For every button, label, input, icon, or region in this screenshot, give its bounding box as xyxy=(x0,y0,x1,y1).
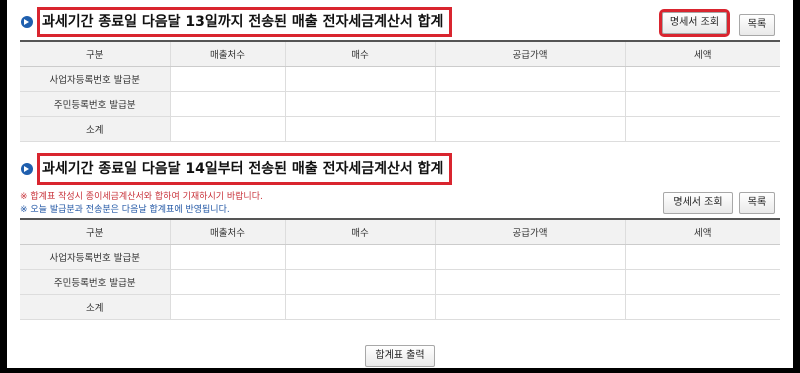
table-header-row: 구분 매출처수 매수 공급가액 세액 xyxy=(20,218,780,245)
table-cell xyxy=(624,269,780,295)
detail-view-button-1[interactable]: 명세서 조회 xyxy=(659,9,730,37)
list-button-1[interactable]: 목록 xyxy=(739,14,775,36)
table-row: 주민등록번호 발급분 xyxy=(20,91,780,117)
table-header-row: 구분 매출처수 매수 공급가액 세액 xyxy=(20,40,780,67)
row-label: 주민등록번호 발급분 xyxy=(20,91,170,117)
table-cell xyxy=(624,66,780,92)
table-cell xyxy=(434,294,625,320)
summary-table-1: 구분 매출처수 매수 공급가액 세액 사업자등록번호 발급분 주민등록번호 발급… xyxy=(20,40,780,142)
row-label: 주민등록번호 발급분 xyxy=(20,269,170,295)
table-row: 사업자등록번호 발급분 xyxy=(20,66,780,92)
table-cell xyxy=(434,91,625,117)
column-header: 세액 xyxy=(624,218,780,245)
table-cell xyxy=(434,269,625,295)
table-cell xyxy=(169,116,285,142)
table-row: 주민등록번호 발급분 xyxy=(20,269,780,295)
detail-view-button-2[interactable]: 명세서 조회 xyxy=(663,192,733,214)
table-row: 사업자등록번호 발급분 xyxy=(20,244,780,270)
section2-title: 과세기간 종료일 다음달 14일부터 전송된 매출 전자세금계산서 합계 xyxy=(37,153,453,185)
table-cell xyxy=(284,91,435,117)
table-cell xyxy=(169,269,285,295)
print-summary-button[interactable]: 합계표 출력 xyxy=(365,345,435,367)
column-header: 매수 xyxy=(284,40,435,67)
table-cell xyxy=(284,116,435,142)
column-header: 구분 xyxy=(20,218,170,245)
column-header: 공급가액 xyxy=(434,218,625,245)
table-cell xyxy=(284,269,435,295)
table-cell xyxy=(284,244,435,270)
table-row: 소계 xyxy=(20,294,780,320)
section1-header: 과세기간 종료일 다음달 13일까지 전송된 매출 전자세금계산서 합계 xyxy=(21,7,453,37)
table-cell xyxy=(169,91,285,117)
column-header: 매출처수 xyxy=(169,218,285,245)
column-header: 구분 xyxy=(20,40,170,67)
table-cell xyxy=(434,116,625,142)
column-header: 매수 xyxy=(284,218,435,245)
page-frame: 과세기간 종료일 다음달 13일까지 전송된 매출 전자세금계산서 합계 명세서… xyxy=(7,0,793,368)
row-label: 사업자등록번호 발급분 xyxy=(20,66,170,92)
row-label: 소계 xyxy=(20,294,170,320)
notice-line-1: ※ 합계표 작성시 종이세금계산서와 합하여 기재하시기 바랍니다. xyxy=(20,192,263,202)
table-cell xyxy=(624,91,780,117)
list-button-2[interactable]: 목록 xyxy=(739,192,775,214)
table-cell xyxy=(169,244,285,270)
table-cell xyxy=(624,116,780,142)
column-header: 매출처수 xyxy=(169,40,285,67)
table-cell xyxy=(434,244,625,270)
section1-title: 과세기간 종료일 다음달 13일까지 전송된 매출 전자세금계산서 합계 xyxy=(37,7,453,37)
summary-table-2: 구분 매출처수 매수 공급가액 세액 사업자등록번호 발급분 주민등록번호 발급… xyxy=(20,218,780,320)
table-cell xyxy=(284,294,435,320)
table-cell xyxy=(624,294,780,320)
arrow-bullet-icon xyxy=(21,163,33,175)
column-header: 공급가액 xyxy=(434,40,625,67)
table-cell xyxy=(434,66,625,92)
table-cell xyxy=(284,66,435,92)
row-label: 사업자등록번호 발급분 xyxy=(20,244,170,270)
arrow-bullet-icon xyxy=(21,16,33,28)
section2-header: 과세기간 종료일 다음달 14일부터 전송된 매출 전자세금계산서 합계 xyxy=(21,153,453,185)
row-label: 소계 xyxy=(20,116,170,142)
notice-line-2: ※ 오늘 발급분과 전송분은 다음날 합계표에 반영됩니다. xyxy=(20,205,230,215)
table-cell xyxy=(624,244,780,270)
notice-text: ※ 합계표 작성시 종이세금계산서와 합하여 기재하시기 바랍니다. ※ 오늘 … xyxy=(20,191,263,217)
column-header: 세액 xyxy=(624,40,780,67)
table-cell xyxy=(169,66,285,92)
table-cell xyxy=(169,294,285,320)
table-row: 소계 xyxy=(20,116,780,142)
